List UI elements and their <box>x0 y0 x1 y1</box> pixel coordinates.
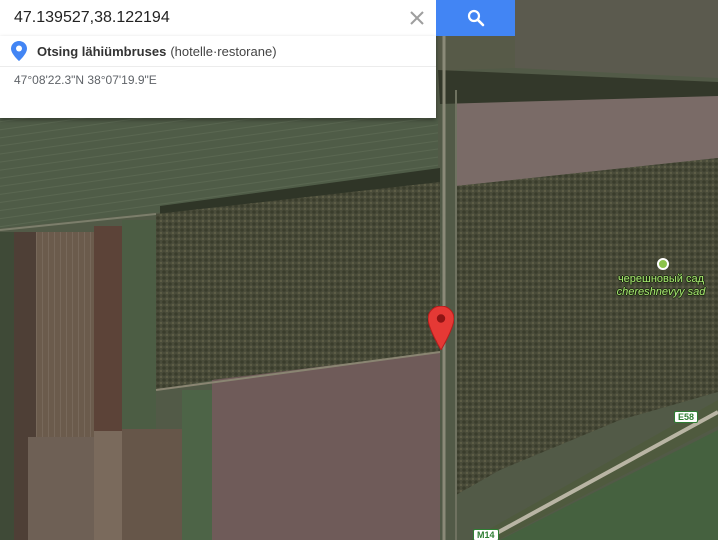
search-button[interactable] <box>436 0 515 36</box>
search-icon <box>467 9 484 27</box>
field-strip-4 <box>94 226 122 431</box>
park-dot-icon <box>657 258 669 270</box>
road-shield-e58: E58 <box>674 411 699 423</box>
field-south-3 <box>122 429 182 540</box>
suggestion-extra: (hotelle·restorane) <box>170 43 277 59</box>
place-pin-icon <box>11 41 27 61</box>
field-south-4 <box>182 390 212 540</box>
road-shield-m14: M14 <box>473 529 499 540</box>
field-strip-1 <box>0 232 14 540</box>
suggestion-search-nearby[interactable]: Otsing lähiümbruses (hotelle·restorane) <box>0 36 436 67</box>
close-icon <box>410 11 424 25</box>
field-south-2 <box>94 431 122 540</box>
field-strip-5 <box>122 220 156 435</box>
poi-name: черешновый сад <box>617 273 705 285</box>
coordinates-dms-text: 47°08'22.3"N 38°07'19.9"E <box>14 73 157 87</box>
search-box <box>0 0 436 36</box>
field-south-1 <box>28 437 94 540</box>
poi-transliteration: chereshnevyy sad <box>616 286 706 298</box>
field-north-east-upper <box>515 0 718 78</box>
clear-search-button[interactable] <box>400 0 434 36</box>
poi-cherry-orchard[interactable]: черешновый сад chereshnevyy sad <box>612 256 710 302</box>
search-input[interactable] <box>0 0 400 36</box>
suggestion-label: Otsing lähiümbruses <box>37 43 167 59</box>
field-strip-3 <box>36 232 94 437</box>
suggestions-dropdown: Otsing lähiümbruses (hotelle·restorane) … <box>0 36 436 118</box>
suggestion-coordinates[interactable]: 47°08'22.3"N 38°07'19.9"E <box>0 67 436 93</box>
red-map-pin-icon[interactable] <box>428 306 454 350</box>
field-south-center <box>212 352 440 540</box>
